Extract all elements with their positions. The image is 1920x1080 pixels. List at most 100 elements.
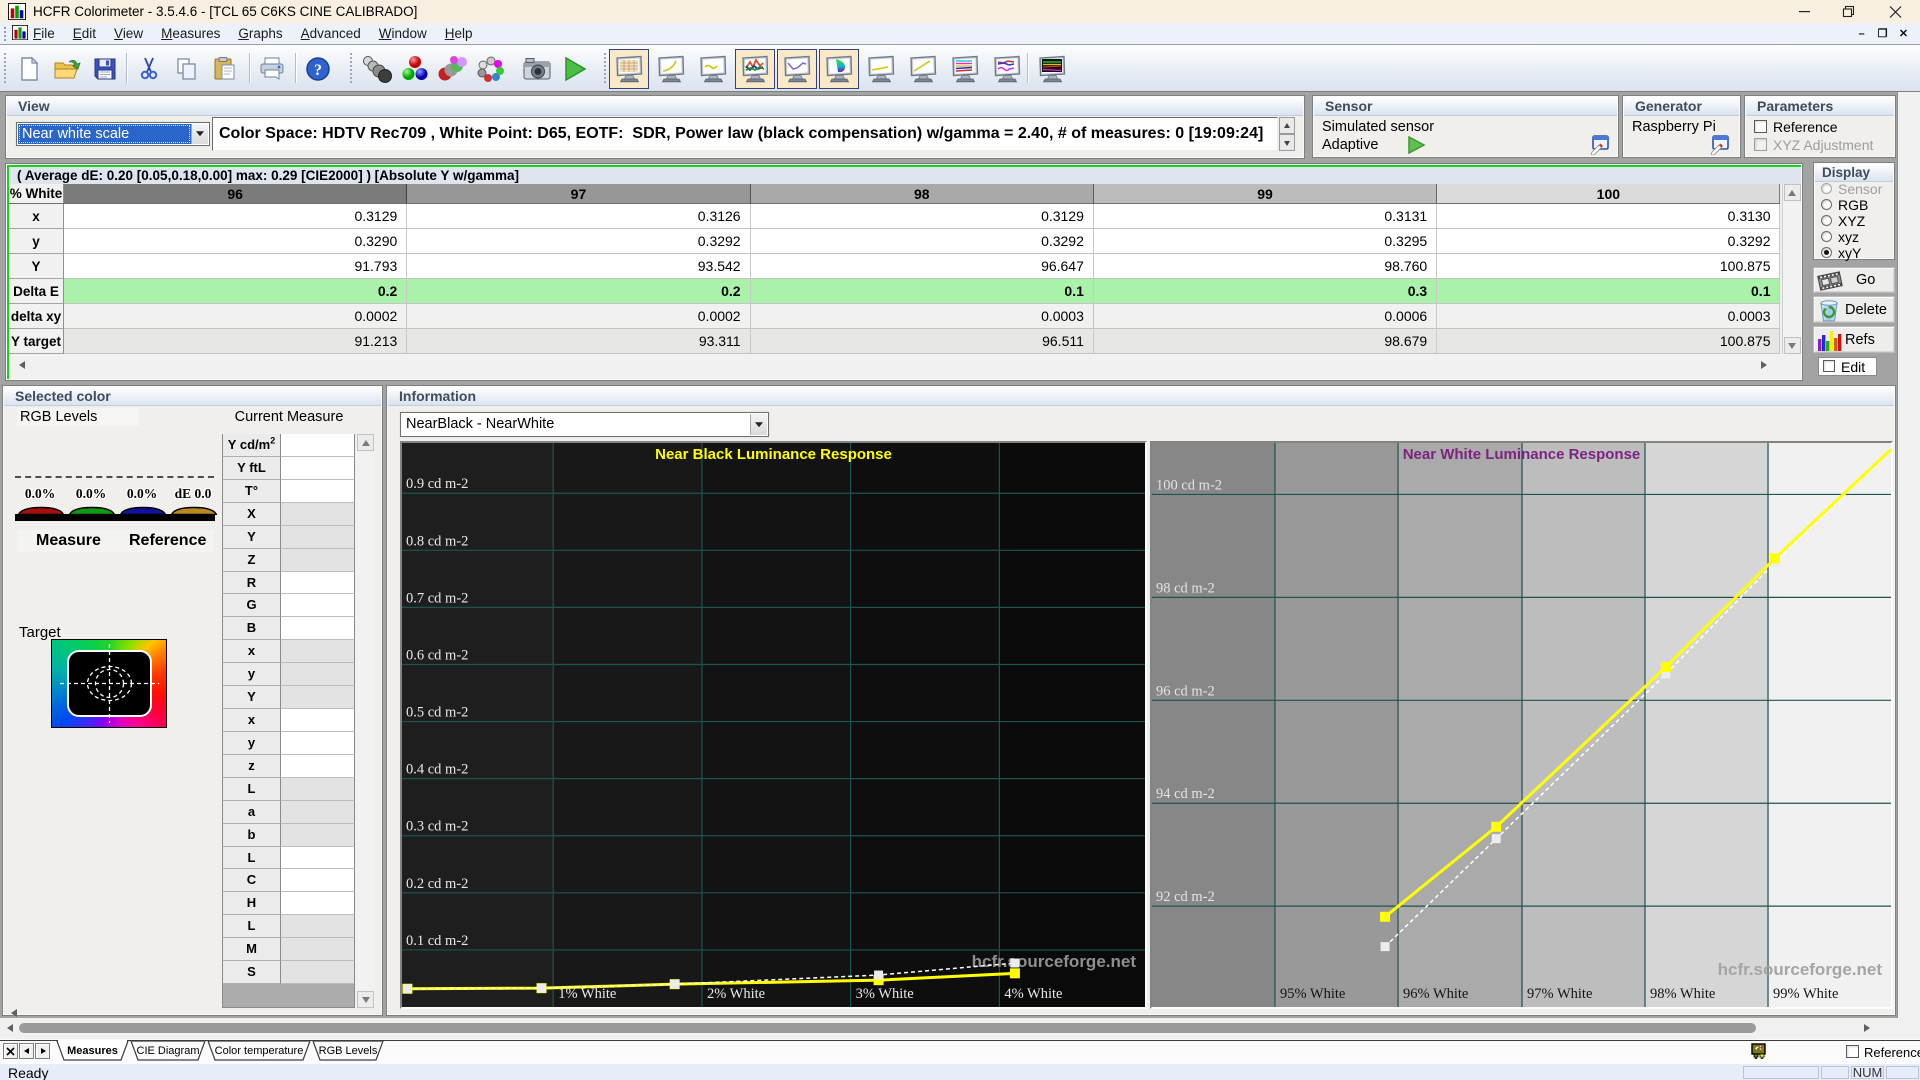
graph-rgb-lines-button[interactable] [735, 49, 775, 89]
delete-button[interactable]: Delete [1813, 296, 1895, 323]
cell-x-99[interactable]: 0.3131 [1094, 204, 1437, 229]
cm-row-value-22[interactable] [281, 938, 355, 961]
spinner-down-button[interactable] [1279, 134, 1295, 151]
cm-row-value-5[interactable] [281, 549, 355, 572]
cell-x-100[interactable]: 0.3130 [1437, 204, 1780, 229]
cm-row-value-15[interactable] [281, 778, 355, 801]
new-button[interactable] [10, 50, 48, 88]
cm-row-value-14[interactable] [281, 755, 355, 778]
cell-y-target-98[interactable]: 96.511 [751, 329, 1094, 354]
cell-y-97[interactable]: 0.3292 [407, 229, 750, 254]
view-scale-combobox[interactable]: Near white scale [16, 122, 210, 146]
cell-x-97[interactable]: 0.3126 [407, 204, 750, 229]
cell-y-97[interactable]: 93.542 [407, 254, 750, 279]
cm-row-value-6[interactable] [281, 572, 355, 595]
mdi-minimize-button[interactable]: – [1853, 24, 1870, 44]
graph-magenta-lines-button[interactable] [987, 49, 1027, 89]
column-header-99[interactable]: 99 [1094, 184, 1437, 204]
copy-button[interactable] [168, 50, 206, 88]
grid-scroll-left-icon[interactable] [15, 361, 25, 369]
graph-v-curve-button[interactable] [777, 49, 817, 89]
cm-row-value-23[interactable] [281, 961, 355, 984]
column-header-98[interactable]: 98 [751, 184, 1094, 204]
menubar-grip[interactable] [4, 27, 9, 41]
toolbar-grip[interactable] [350, 53, 353, 83]
mdi-close-button[interactable]: ✕ [1895, 24, 1912, 44]
toolbar-grip[interactable] [4, 53, 7, 83]
cell-delta-xy-98[interactable]: 0.0003 [751, 304, 1094, 329]
cm-row-value-7[interactable] [281, 594, 355, 617]
camera-button[interactable] [518, 50, 556, 88]
help-button[interactable]: ? [299, 50, 337, 88]
refs-button[interactable]: Refs [1813, 326, 1895, 353]
cell-delta-e-99[interactable]: 0.3 [1094, 279, 1437, 304]
play-button[interactable] [556, 50, 594, 88]
cell-y-99[interactable]: 98.760 [1094, 254, 1437, 279]
cm-vscroll-down-button[interactable] [357, 991, 374, 1008]
graph-cie-gamut-button[interactable] [819, 49, 859, 89]
cell-y-target-97[interactable]: 93.311 [407, 329, 750, 354]
graph-dark-multi-button[interactable] [1032, 49, 1072, 89]
sensor-chain-button[interactable] [358, 50, 396, 88]
cell-y-target-96[interactable]: 91.213 [64, 329, 407, 354]
view-scale-dropdown-button[interactable] [191, 124, 208, 144]
cell-y-target-99[interactable]: 98.679 [1094, 329, 1437, 354]
color-balls-button[interactable] [434, 50, 472, 88]
hscroll-right-button[interactable] [1864, 1024, 1874, 1032]
open-button[interactable] [48, 50, 86, 88]
menu-window[interactable]: Window [370, 23, 436, 44]
reference-checkbox[interactable] [1754, 120, 1767, 133]
radio-xyz[interactable] [1821, 215, 1832, 226]
cell-y-98[interactable]: 0.3292 [751, 229, 1094, 254]
cell-y-100[interactable]: 100.875 [1437, 254, 1780, 279]
close-button[interactable] [1878, 0, 1912, 23]
reference-view-checkbox[interactable] [1846, 1045, 1859, 1058]
cell-delta-e-100[interactable]: 0.1 [1437, 279, 1780, 304]
radio-rgb[interactable] [1821, 199, 1832, 210]
hscroll-thumb[interactable] [19, 1023, 1756, 1033]
menu-help[interactable]: Help [436, 23, 482, 44]
radio-sensor[interactable] [1821, 183, 1832, 194]
menu-view[interactable]: View [105, 23, 152, 44]
minimize-button[interactable] [1787, 0, 1821, 23]
cell-delta-xy-97[interactable]: 0.0002 [407, 304, 750, 329]
column-header-100[interactable]: 100 [1437, 184, 1780, 204]
measure-count-spinner[interactable] [1279, 117, 1295, 151]
generator-settings-button[interactable] [1709, 134, 1731, 155]
edit-checkbox[interactable] [1823, 360, 1835, 372]
cell-y-99[interactable]: 0.3295 [1094, 229, 1437, 254]
cm-row-value-20[interactable] [281, 892, 355, 915]
print-button[interactable] [253, 50, 291, 88]
save-button[interactable] [86, 50, 124, 88]
cm-row-value-1[interactable] [281, 457, 355, 480]
cm-row-value-10[interactable] [281, 663, 355, 686]
toolbar-grip[interactable] [604, 53, 607, 83]
cell-delta-e-96[interactable]: 0.2 [64, 279, 407, 304]
sensor-play-button[interactable] [1407, 136, 1427, 154]
restore-button[interactable] [1831, 0, 1865, 23]
radio-xyz[interactable] [1821, 231, 1832, 242]
cell-delta-xy-100[interactable]: 0.0003 [1437, 304, 1780, 329]
tray-tool-icon[interactable] [1751, 1043, 1766, 1059]
cell-delta-xy-96[interactable]: 0.0002 [64, 304, 407, 329]
cm-row-value-3[interactable] [281, 503, 355, 526]
go-button[interactable]: Go [1813, 267, 1895, 293]
information-combo-dropdown-button[interactable] [750, 414, 767, 435]
column-header-97[interactable]: 97 [407, 184, 750, 204]
cell-y-100[interactable]: 0.3292 [1437, 229, 1780, 254]
cm-row-value-2[interactable] [281, 480, 355, 503]
cm-row-value-19[interactable] [281, 869, 355, 892]
menu-edit[interactable]: Edit [64, 23, 105, 44]
cell-delta-xy-99[interactable]: 0.0006 [1094, 304, 1437, 329]
graph-measures-grid-button[interactable] [609, 49, 649, 89]
menu-graphs[interactable]: Graphs [229, 23, 291, 44]
graph-low-rising-button[interactable] [861, 49, 901, 89]
tab-cie-diagram[interactable]: CIE Diagram [131, 1045, 205, 1057]
cell-y-96[interactable]: 0.3290 [64, 229, 407, 254]
cell-y-98[interactable]: 96.647 [751, 254, 1094, 279]
ball-ring-button[interactable] [472, 50, 510, 88]
grid-vscroll-down-button[interactable] [1784, 337, 1801, 354]
hscroll-left-button[interactable] [3, 1024, 13, 1032]
grid-vscroll-up-button[interactable] [1784, 184, 1801, 201]
cm-row-value-8[interactable] [281, 617, 355, 640]
